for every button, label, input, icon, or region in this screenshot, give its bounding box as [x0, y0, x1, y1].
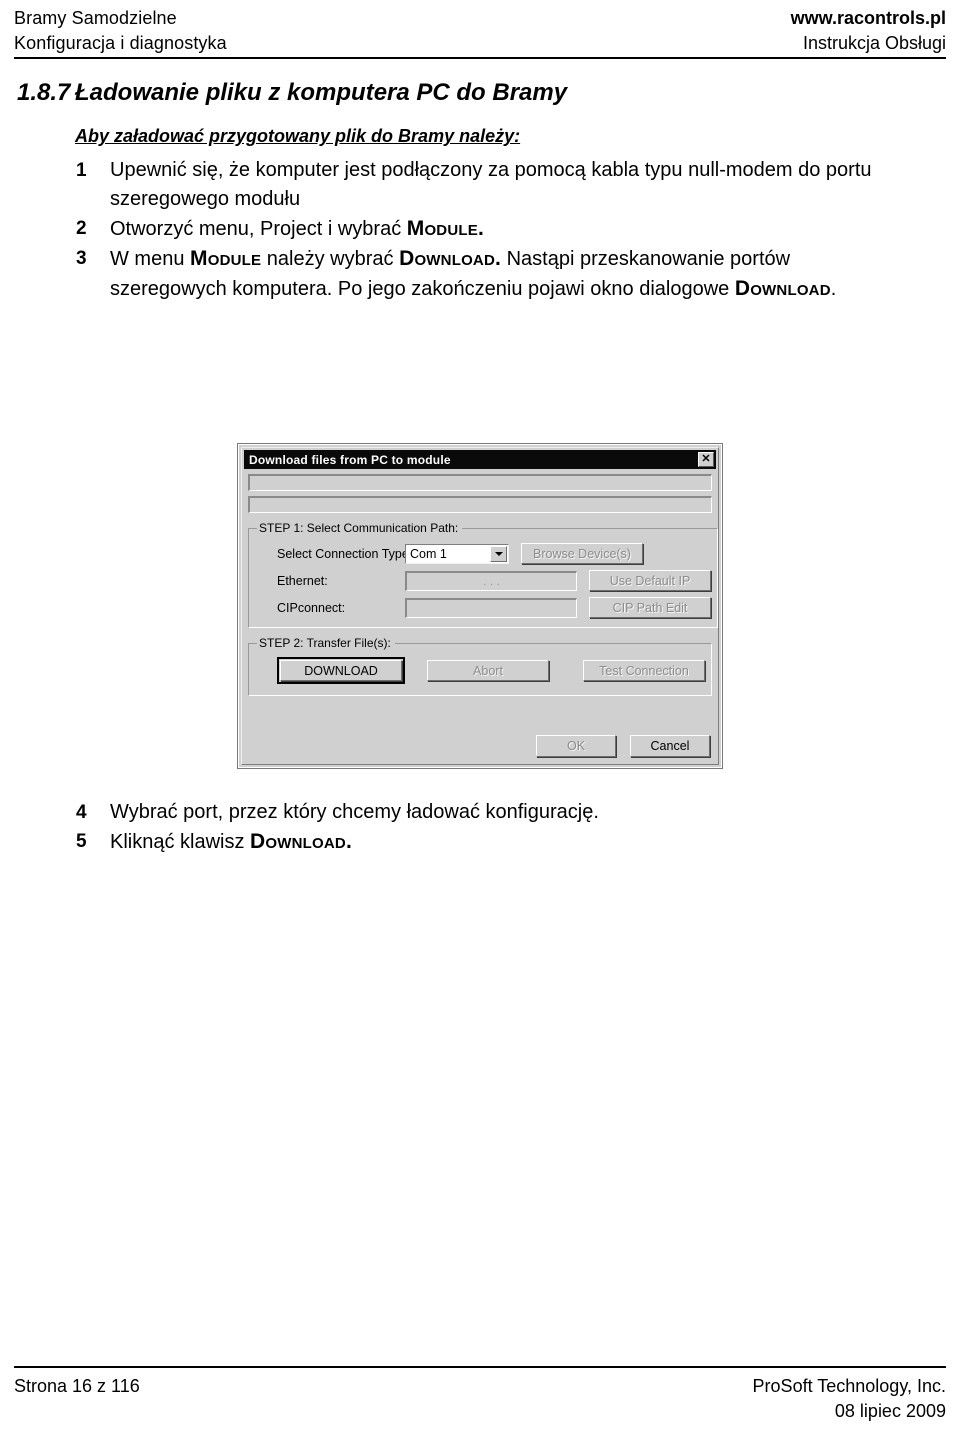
list-item: 1 Upewnić się, że komputer jest podłączon…: [0, 156, 960, 214]
page-header-row-2: Konfiguracja i diagnostyka Instrukcja Ob…: [14, 31, 946, 56]
progress-bar-primary: [248, 474, 712, 491]
header-doc-type: Instrukcja Obsługi: [802, 33, 946, 53]
connection-type-select[interactable]: Com 1: [405, 543, 509, 564]
intro-line: Aby załadować przygotowany plik do Bramy…: [75, 126, 521, 146]
footer-date: 08 lipiec 2009: [834, 1401, 946, 1421]
header-divider: [14, 57, 946, 59]
keyword-module: Module.: [406, 217, 484, 240]
connection-type-value: Com 1: [410, 546, 447, 561]
header-subtitle: Konfiguracja i diagnostyka: [14, 33, 227, 53]
section-title-text: Ładowanie pliku z komputera PC do Bramy: [75, 79, 568, 106]
page-title: 1.8.7 Ładowanie pliku z komputera PC do B…: [0, 78, 960, 108]
list-item-number: 5: [76, 831, 87, 852]
page-header: Bramy Samodzielne www.racontrols.pl Konf…: [0, 0, 960, 56]
list-item-text: Kliknąć klawisz: [110, 831, 251, 853]
page-header-row-1: Bramy Samodzielne www.racontrols.pl: [14, 6, 946, 31]
ethernet-row: Ethernet: . . . Use Default IP: [255, 568, 711, 593]
list-item-number: 2: [76, 218, 87, 239]
dialog-frame: Download files from PC to module ✕ STEP …: [241, 447, 719, 765]
keyword-download: Download.: [399, 247, 502, 270]
footer-company: ProSoft Technology, Inc.: [752, 1376, 946, 1396]
list-item: 5 Kliknąć klawisz Download.: [0, 827, 960, 857]
keyword-download: Download: [734, 277, 831, 300]
step1-group: STEP 1: Select Communication Path: Selec…: [248, 521, 718, 628]
ethernet-ip-value: . . .: [483, 574, 500, 588]
download-button[interactable]: DOWNLOAD: [280, 660, 402, 681]
ethernet-ip-field[interactable]: . . .: [405, 570, 577, 591]
page-number: Strona 16 z 116: [14, 1376, 140, 1396]
step2-button-row: DOWNLOAD Abort Test Connection: [255, 654, 705, 688]
download-button-default-frame: DOWNLOAD: [277, 657, 405, 684]
ethernet-label: Ethernet:: [277, 573, 328, 588]
page-footer: Strona 16 z 116 ProSoft Technology, Inc.…: [14, 1366, 946, 1424]
keyword-download: Download.: [250, 830, 352, 853]
list-item-text: W menu: [110, 248, 191, 270]
cancel-button[interactable]: Cancel: [630, 735, 710, 757]
dialog-titlebar: Download files from PC to module ✕: [244, 450, 716, 469]
footer-row: Strona 16 z 116 ProSoft Technology, Inc.…: [14, 1374, 946, 1424]
cip-path-edit-button[interactable]: CIP Path Edit: [589, 597, 711, 618]
steps-list-top: 1 Upewnić się, że komputer jest podłączon…: [0, 156, 960, 304]
dialog-action-bar: OK Cancel: [536, 735, 710, 757]
connection-type-label: Select Connection Type:: [277, 546, 413, 561]
list-item-number: 3: [76, 248, 87, 269]
list-item-number: 4: [76, 802, 87, 823]
list-item: 2 Otworzyć menu, Project i wybrać Module.: [0, 214, 960, 244]
keyword-module: Module: [190, 247, 262, 270]
use-default-ip-button[interactable]: Use Default IP: [589, 570, 711, 591]
step2-group: STEP 2: Transfer File(s): DOWNLOAD Abort…: [248, 636, 712, 696]
list-item-text: Wybrać port, przez który chcemy ładować …: [110, 801, 599, 823]
list-item-text: Upewnić się, że komputer jest podłączony…: [110, 159, 872, 210]
ok-button[interactable]: OK: [536, 735, 616, 757]
close-icon[interactable]: ✕: [698, 452, 714, 467]
list-item-text: należy wybrać: [261, 248, 400, 270]
list-item: 4 Wybrać port, przez który chcemy ładować…: [0, 798, 960, 827]
list-item-number: 1: [76, 160, 87, 181]
download-dialog-screenshot: Download files from PC to module ✕ STEP …: [238, 444, 722, 768]
cipconnect-row: CIPconnect: CIP Path Edit: [255, 595, 711, 620]
document-content: 1.8.7 Ładowanie pliku z komputera PC do B…: [0, 78, 960, 853]
step2-legend: STEP 2: Transfer File(s):: [259, 636, 391, 650]
section-number: 1.8.7: [17, 79, 71, 106]
step1-legend: STEP 1: Select Communication Path:: [259, 521, 459, 535]
connection-type-row: Select Connection Type: Com 1 Browse Dev…: [255, 541, 711, 566]
list-item-text: Otworzyć menu, Project i wybrać: [110, 218, 407, 240]
dialog-title: Download files from PC to module: [249, 452, 451, 467]
test-connection-button[interactable]: Test Connection: [583, 660, 705, 681]
cipconnect-field[interactable]: [405, 597, 577, 618]
progress-bar-secondary: [248, 496, 712, 513]
list-item: 3W menu Module należy wybrać Download. N…: [0, 244, 960, 304]
footer-company-block: ProSoft Technology, Inc. 08 lipiec 2009: [753, 1374, 946, 1424]
list-item-text: .: [830, 278, 837, 300]
cipconnect-label: CIPconnect:: [277, 600, 346, 615]
header-website: www.racontrols.pl: [790, 8, 946, 28]
footer-divider: [14, 1366, 946, 1368]
browse-devices-button[interactable]: Browse Device(s): [521, 543, 643, 564]
steps-list-bottom: 4 Wybrać port, przez który chcemy ładować…: [0, 798, 960, 857]
header-product-name: Bramy Samodzielne: [14, 8, 177, 28]
chevron-down-icon[interactable]: [490, 545, 507, 562]
abort-button[interactable]: Abort: [427, 660, 549, 681]
